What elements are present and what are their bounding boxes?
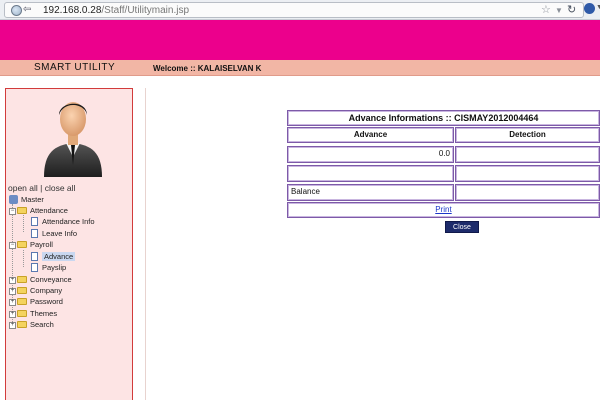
advance-empty-cell [287,165,454,182]
url-host: 192.168.0.28 [43,5,102,16]
tree-item-label: Password [30,297,63,306]
tree-item-label: Leave Info [42,229,78,238]
url-path: /Staff/Utilitymain.jsp [101,5,190,16]
column-header-detection: Detection [455,127,600,143]
tree-item-label: Attendance [30,206,68,215]
address-bar[interactable]: ⇦ 192.168.0.28/Staff/Utilitymain.jsp ☆ ▼… [4,2,584,18]
arrow-icon: ⇦ [23,4,32,15]
tree-item-label: Advance [42,252,76,261]
header-banner [0,20,600,60]
tree-item-attendance-info[interactable]: Attendance Info [31,216,95,227]
user-avatar-icon [44,102,102,177]
advance-table-title: Advance Informations :: CISMAY2012004464 [287,110,600,126]
tree-item-advance[interactable]: Advance [31,251,76,262]
advance-value-cell: 0.0 [287,146,454,163]
expand-icon[interactable]: + [9,298,16,306]
detection-empty-cell [455,165,600,182]
expand-icon[interactable]: + [9,321,16,329]
tree-item-label: Company [30,286,63,295]
tree-item-themes[interactable]: + Themes [9,308,57,319]
folder-icon [17,309,27,317]
page-icon [31,216,38,226]
expand-icon[interactable]: + [9,310,16,318]
collapse-icon[interactable]: − [9,241,16,249]
tree-item-label: Search [30,320,54,329]
site-globe-icon [11,5,22,16]
page-icon [31,228,38,238]
open-close-separator: | [37,183,45,193]
folder-icon [17,286,27,294]
folder-open-icon [17,206,27,214]
app-title: SMART UTILITY [34,62,116,73]
open-close-controls: open all | close all [8,183,75,193]
tree-item-label: Attendance Info [42,217,95,226]
tree-item-attendance[interactable]: − Attendance [9,205,68,216]
bookmark-star-icon[interactable]: ☆ [541,4,551,16]
column-header-advance: Advance [287,127,454,143]
detection-value-cell [455,146,600,163]
print-link[interactable]: Print [435,205,451,214]
tree-item-master[interactable]: Master [9,194,44,205]
browser-toolbar: ⇦ 192.168.0.28/Staff/Utilitymain.jsp ☆ ▼… [0,0,600,20]
open-all-link[interactable]: open all [8,183,38,193]
folder-open-icon [17,240,27,248]
tree-item-payslip[interactable]: Payslip [31,262,66,273]
welcome-text: Welcome :: KALAISELVAN K [153,64,262,73]
content-divider [145,88,146,400]
tree-item-label: Master [21,195,44,204]
master-icon [9,194,18,204]
folder-icon [17,297,27,305]
close-all-link[interactable]: close all [45,183,76,193]
tree-item-payroll[interactable]: − Payroll [9,239,53,250]
expand-icon[interactable]: + [9,287,16,295]
tree-item-label: Payroll [30,240,53,249]
tree-item-conveyance[interactable]: + Conveyance [9,274,72,285]
advance-info-table: Advance Informations :: CISMAY2012004464… [286,108,600,219]
tree-connector-line [23,250,24,267]
expand-icon[interactable]: + [9,276,16,284]
tree-connector-line [23,215,24,232]
balance-label-cell: Balance [287,184,454,201]
chevron-down-icon[interactable]: ▼ [555,5,563,17]
tree-item-label: Themes [30,309,58,318]
close-button[interactable]: Close [445,221,479,233]
page-icon [31,251,38,261]
collapse-icon[interactable]: − [9,207,16,215]
url-text[interactable]: 192.168.0.28/Staff/Utilitymain.jsp [43,4,189,18]
balance-value-cell [455,184,600,201]
tree-item-search[interactable]: + Search [9,319,54,330]
page-icon [31,262,38,272]
sidebar: open all | close all Master − Attendance … [5,88,133,400]
tree-item-company[interactable]: + Company [9,285,62,296]
reload-icon[interactable]: ↻ [567,4,576,16]
folder-icon [17,320,27,328]
addon-icon[interactable] [584,3,595,14]
tree-item-label: Payslip [42,263,67,272]
tree-item-label: Conveyance [30,275,72,284]
folder-icon [17,275,27,283]
tree-item-leave-info[interactable]: Leave Info [31,228,77,239]
print-row: Print [287,202,600,218]
addon-dropdown-icon[interactable]: ▼ [596,4,600,11]
tree-item-password[interactable]: + Password [9,296,63,307]
